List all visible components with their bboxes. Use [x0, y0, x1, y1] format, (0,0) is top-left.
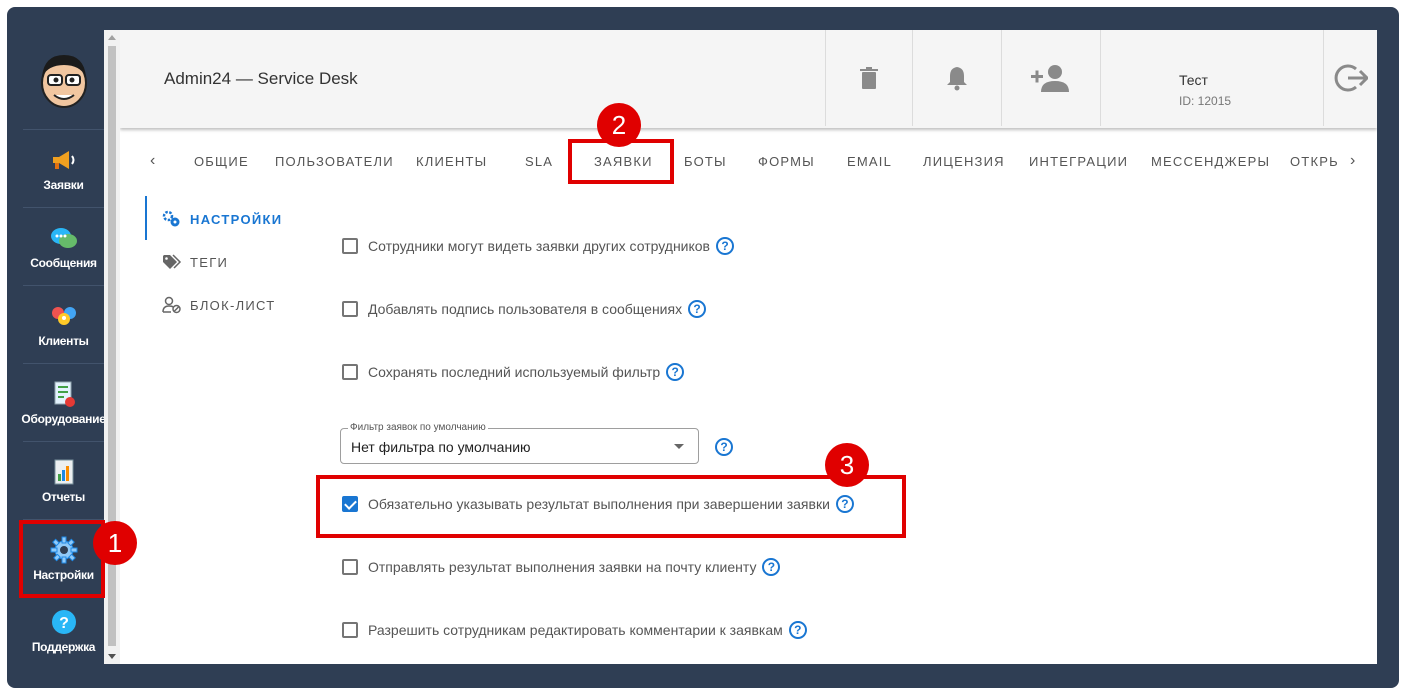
top-bar: Admin24 — Service Desk Тест ID: 12015	[120, 30, 1377, 128]
tab-users[interactable]: Пользователи	[275, 154, 394, 169]
option-label: Отправлять результат выполнения заявки н…	[368, 559, 757, 575]
checkbox[interactable]	[342, 301, 358, 317]
chevron-down-icon	[674, 444, 684, 449]
user-name: Тест	[1179, 72, 1208, 88]
avatar[interactable]	[23, 30, 104, 130]
megaphone-icon	[50, 146, 78, 174]
bell-icon	[947, 67, 967, 91]
help-circle-icon[interactable]: ?	[788, 621, 807, 639]
annotation-box-settings	[19, 520, 105, 598]
help-circle-icon[interactable]: ?	[715, 438, 733, 456]
main-panel: Admin24 — Service Desk Тест ID: 12015 ‹ …	[120, 30, 1377, 664]
avatar-face-icon	[40, 54, 87, 108]
chat-bubbles-icon	[50, 224, 78, 252]
select-value: Нет фильтра по умолчанию	[351, 439, 531, 455]
subnav-label: Теги	[190, 254, 229, 270]
tab-messengers[interactable]: Мессенджеры	[1151, 154, 1270, 169]
select-floating-label: Фильтр заявок по умолчанию	[348, 422, 488, 433]
tabs-next-arrow-icon[interactable]: ›	[1350, 152, 1355, 170]
equipment-icon	[50, 380, 78, 408]
checkbox[interactable]	[342, 622, 358, 638]
app-title: Admin24 — Service Desk	[164, 69, 358, 88]
subnav-blocklist[interactable]: Блок-лист	[162, 296, 276, 314]
annotation-box-require-result	[316, 475, 906, 538]
logout-icon	[1334, 64, 1368, 92]
subnav-settings[interactable]: Настройки	[162, 210, 282, 228]
subnav-label: Блок-лист	[190, 297, 276, 313]
option-label: Сотрудники могут видеть заявки других со…	[368, 238, 710, 254]
gears-icon	[162, 210, 182, 228]
subnav-active-indicator	[145, 196, 147, 240]
scroll-up-arrow-icon[interactable]	[108, 35, 116, 40]
sidebar-item-label: Сообщения	[30, 255, 97, 270]
svg-text:?: ?	[59, 615, 69, 632]
sidebar-item-messages[interactable]: Сообщения	[23, 208, 104, 286]
sidebar-item-clients[interactable]: Клиенты	[23, 286, 104, 364]
sidebar-item-reports[interactable]: Отчеты	[23, 442, 104, 520]
sidebar-item-label: Поддержка	[31, 640, 96, 654]
tabs-prev-arrow-icon[interactable]: ‹	[150, 152, 155, 170]
notifications-button[interactable]	[913, 30, 1001, 126]
help-icon: ?	[50, 608, 78, 636]
subnav-label: Настройки	[190, 211, 283, 227]
tab-license[interactable]: Лицензия	[923, 154, 1005, 169]
user-id: ID: 12015	[1179, 94, 1232, 108]
subnav-tags[interactable]: Теги	[162, 253, 228, 271]
option-add-signature[interactable]: Добавлять подпись пользователя в сообщен…	[342, 300, 707, 318]
clients-icon	[50, 302, 78, 330]
checkbox[interactable]	[342, 559, 358, 575]
tab-sla[interactable]: SLA	[525, 154, 553, 169]
option-save-last-filter[interactable]: Сохранять последний используемый фильтр …	[342, 363, 685, 381]
option-email-result[interactable]: Отправлять результат выполнения заявки н…	[342, 558, 781, 576]
tags-icon	[162, 253, 182, 271]
tab-forms[interactable]: Формы	[758, 154, 815, 169]
logout-button[interactable]	[1324, 30, 1377, 126]
checkbox[interactable]	[342, 364, 358, 380]
blocked-user-icon	[162, 296, 182, 314]
sidebar-item-label: Отчеты	[41, 489, 86, 504]
sidebar-item-label: Оборудование	[21, 411, 106, 426]
checkbox[interactable]	[342, 238, 358, 254]
option-label: Добавлять подпись пользователя в сообщен…	[368, 301, 683, 317]
annotation-badge-3: 3	[825, 443, 869, 487]
report-icon	[50, 458, 78, 486]
help-circle-icon[interactable]: ?	[716, 237, 734, 255]
help-circle-icon[interactable]: ?	[666, 363, 685, 381]
default-filter-select[interactable]: Фильтр заявок по умолчанию Нет фильтра п…	[340, 422, 699, 464]
annotation-badge-1: 1	[93, 521, 137, 565]
tab-clients[interactable]: Клиенты	[416, 154, 487, 169]
tab-integrations[interactable]: Интеграции	[1029, 154, 1128, 169]
current-user[interactable]: Тест ID: 12015	[1179, 72, 1231, 108]
sidebar-item-support[interactable]: ? Поддержка	[23, 598, 104, 664]
option-label: Сохранять последний используемый фильтр	[368, 364, 661, 380]
tab-general[interactable]: Общие	[194, 154, 249, 169]
tab-email[interactable]: Email	[847, 154, 892, 169]
trash-button[interactable]	[826, 30, 912, 126]
help-circle-icon[interactable]: ?	[762, 558, 781, 576]
annotation-badge-2: 2	[597, 103, 641, 147]
option-edit-comments[interactable]: Разрешить сотрудникам редактировать комм…	[342, 621, 807, 639]
sidebar-item-equipment[interactable]: Оборудование	[21, 364, 106, 442]
sidebar-scrollbar[interactable]	[104, 30, 120, 664]
option-see-others-tickets[interactable]: Сотрудники могут видеть заявки других со…	[342, 237, 734, 255]
option-label: Разрешить сотрудникам редактировать комм…	[368, 622, 783, 638]
tab-open[interactable]: Откры	[1290, 154, 1338, 169]
sidebar-item-label: Клиенты	[38, 333, 89, 348]
sidebar-item-label: Заявки	[43, 177, 84, 192]
tab-bots[interactable]: Боты	[684, 154, 727, 169]
help-circle-icon[interactable]: ?	[688, 300, 707, 318]
scroll-down-arrow-icon[interactable]	[108, 654, 116, 659]
sidebar-item-tickets[interactable]: Заявки	[23, 130, 104, 208]
trash-icon	[860, 67, 878, 89]
add-user-icon	[1031, 65, 1069, 92]
add-user-button[interactable]	[1002, 30, 1100, 126]
settings-tabs: ‹ Общие Пользователи Клиенты SLA Заявки …	[120, 140, 1377, 182]
